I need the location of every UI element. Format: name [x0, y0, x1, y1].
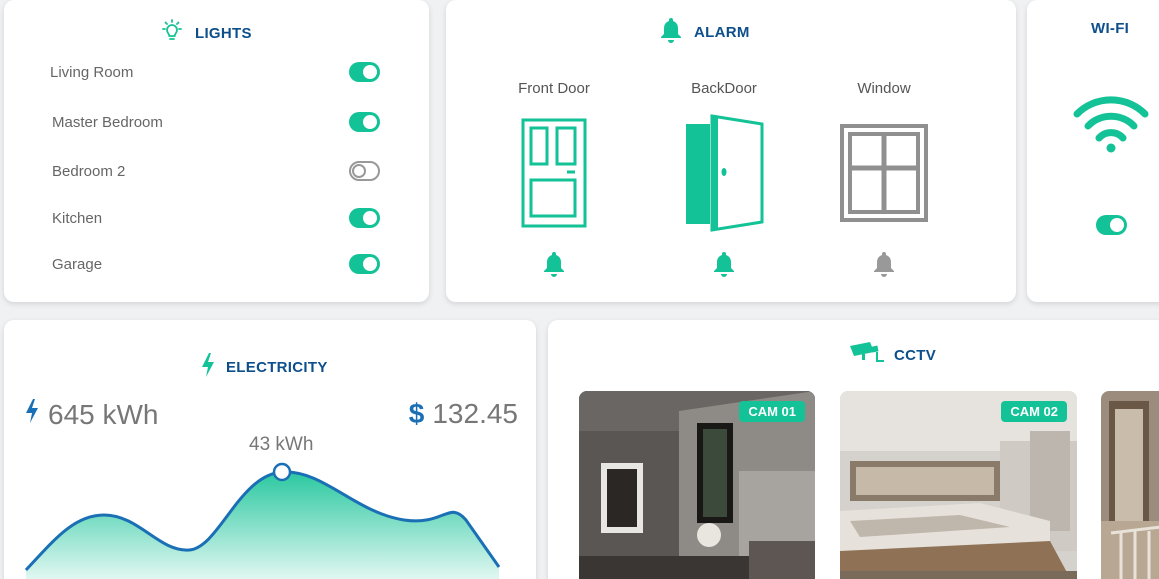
electricity-card: ELECTRICITY 645 kWh $ 132.45 43 kWh: [4, 320, 536, 579]
light-label: Bedroom 2: [52, 162, 126, 180]
camera-label: CAM 01: [739, 401, 805, 422]
light-label: Kitchen: [52, 209, 103, 227]
usage-chart: [24, 462, 501, 579]
alarm-label: Window: [857, 80, 911, 97]
alarm-window[interactable]: Window: [809, 80, 959, 278]
bell-icon[interactable]: [809, 250, 959, 278]
bell-icon: [658, 16, 684, 48]
camera-label: CAM 02: [1001, 401, 1067, 422]
wifi-toggle[interactable]: [1096, 215, 1127, 235]
alarm-front-door[interactable]: Front Door: [479, 80, 629, 278]
lights-title: LIGHTS: [159, 18, 252, 48]
bell-icon[interactable]: [649, 250, 799, 278]
light-row-kitchen: Kitchen: [50, 206, 380, 230]
garage-toggle[interactable]: [349, 254, 380, 274]
camera-feed-2[interactable]: CAM 02: [840, 391, 1077, 579]
light-label: Living Room: [50, 63, 134, 81]
camera-feed-3[interactable]: [1101, 391, 1159, 579]
light-row-bedroom-2: Bedroom 2: [50, 159, 380, 183]
alarm-label: Front Door: [518, 80, 590, 97]
camera-image: [1101, 391, 1159, 579]
light-row-master-bedroom: Master Bedroom: [50, 110, 380, 134]
light-row-living-room: Living Room: [50, 60, 380, 84]
camera-feed-1[interactable]: CAM 01: [579, 391, 815, 579]
light-label: Master Bedroom: [52, 113, 163, 131]
lights-card: LIGHTS Living Room Master Bedroom Bedroo…: [4, 0, 429, 302]
alarm-title: ALARM: [658, 16, 750, 48]
light-row-garage: Garage: [50, 252, 380, 276]
living-room-toggle[interactable]: [349, 62, 380, 82]
peak-point[interactable]: [272, 462, 292, 482]
cctv-title: CCTV: [848, 340, 936, 370]
kitchen-toggle[interactable]: [349, 208, 380, 228]
cctv-card: CCTV CAM 01 CAM 02: [548, 320, 1159, 579]
security-camera-icon: [848, 340, 884, 370]
front-door-icon: [479, 114, 629, 232]
lightbulb-icon: [159, 18, 185, 48]
alarm-card: ALARM Front Door BackDoor Window: [446, 0, 1016, 302]
wifi-title: WI-FI: [1091, 20, 1130, 37]
alarm-back-door[interactable]: BackDoor: [649, 80, 799, 278]
usage-chart-area: [26, 471, 499, 579]
wifi-card: WI-FI: [1027, 0, 1159, 302]
alarm-label: BackDoor: [691, 80, 757, 97]
light-label: Garage: [52, 255, 103, 273]
bedroom-2-toggle[interactable]: [349, 161, 380, 181]
master-bedroom-toggle[interactable]: [349, 112, 380, 132]
window-icon: [809, 114, 959, 232]
wifi-icon: [1073, 96, 1149, 159]
open-door-icon: [649, 114, 799, 232]
bell-icon[interactable]: [479, 250, 629, 278]
